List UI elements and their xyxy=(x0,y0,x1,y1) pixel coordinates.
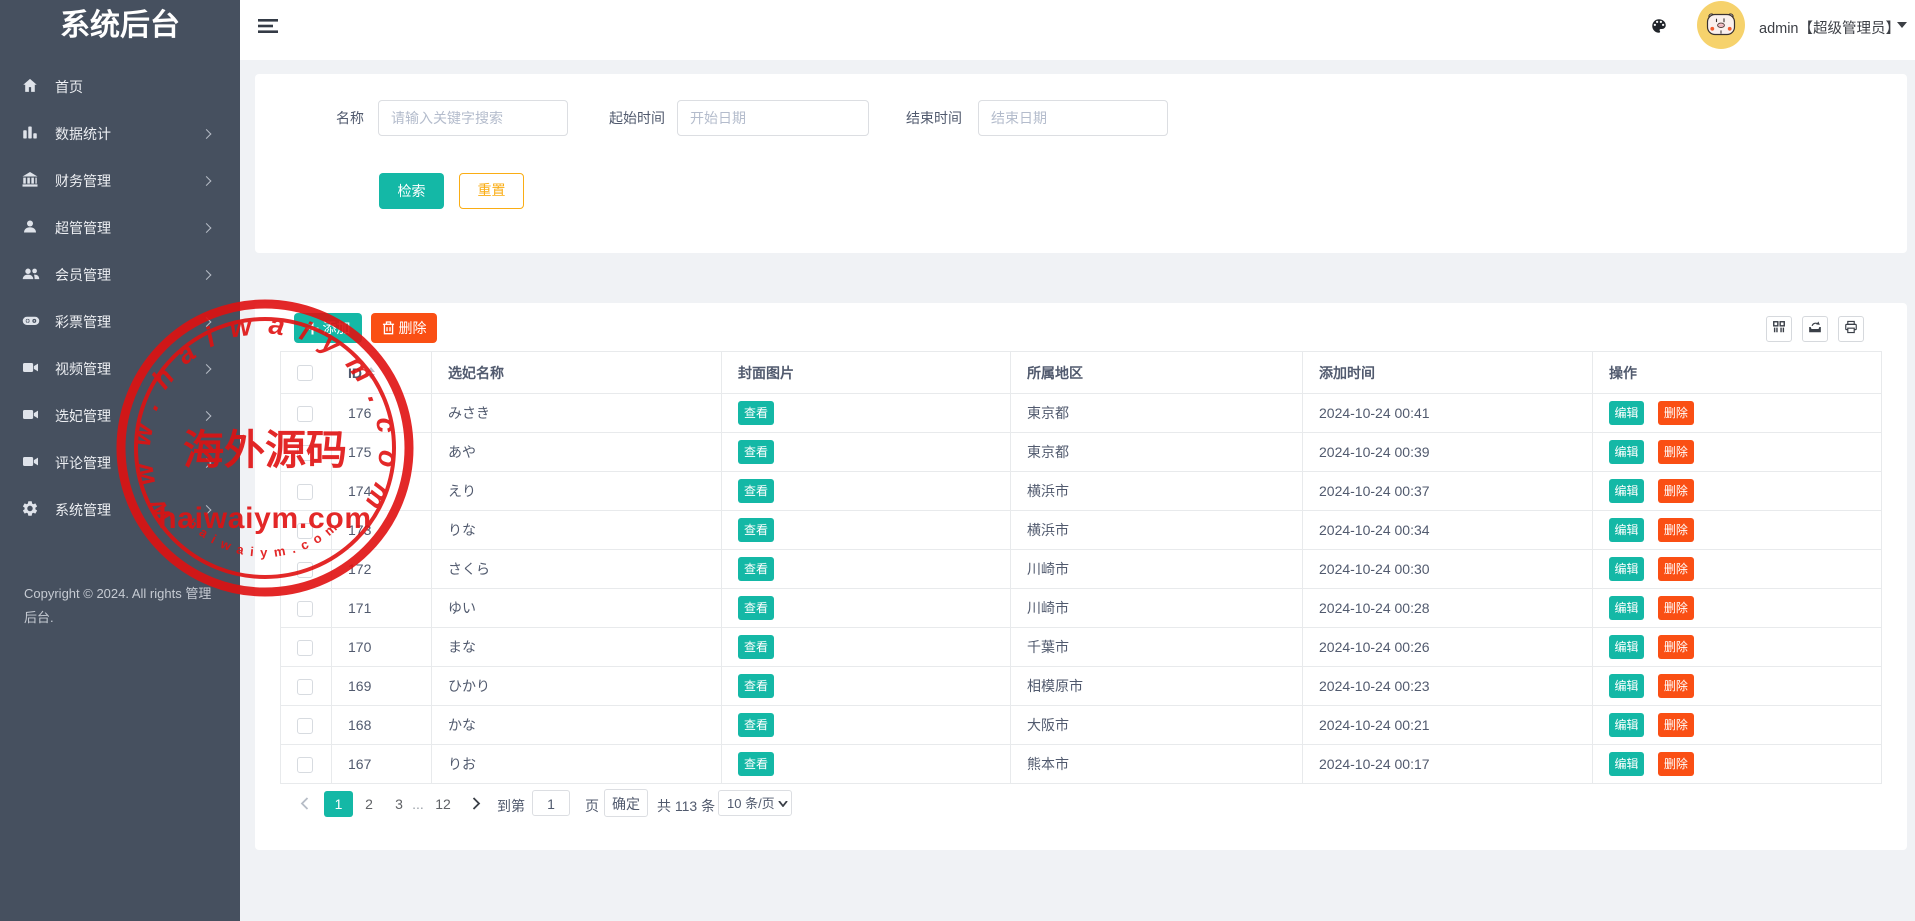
svg-text:海外源码: 海外源码 xyxy=(183,427,347,473)
